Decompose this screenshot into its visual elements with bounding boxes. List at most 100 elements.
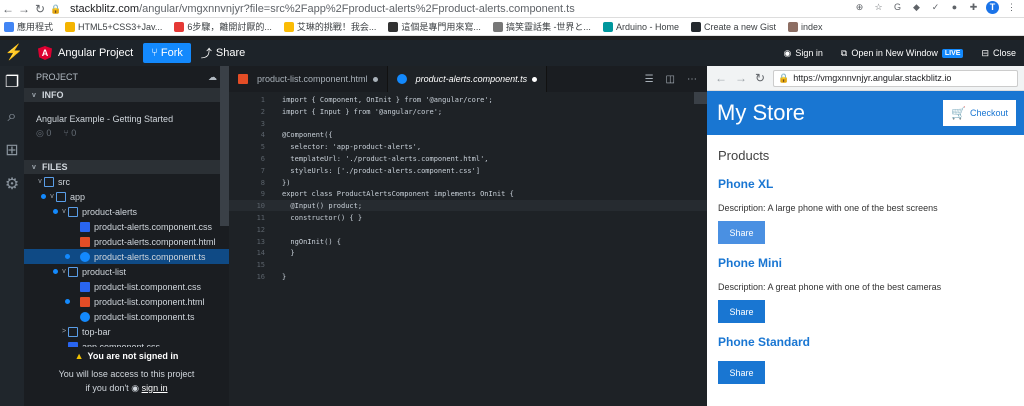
back-icon[interactable]: ← <box>0 1 16 17</box>
back-icon[interactable]: ← <box>715 71 727 85</box>
line-number: 14 <box>256 249 265 258</box>
code-line[interactable]: import { Component, OnInit } from '@angu… <box>282 96 493 104</box>
tree-file[interactable]: product-alerts.component.css <box>24 219 229 234</box>
code-line[interactable]: } <box>282 249 294 257</box>
folder-file-icon <box>68 206 78 217</box>
ts-file-icon <box>80 311 90 322</box>
code-line[interactable]: selector: 'app-product-alerts', <box>282 143 421 151</box>
menu-icon[interactable]: ⋮ <box>1005 1 1018 14</box>
fork-button[interactable]: ⑂ Fork <box>143 43 191 63</box>
project-name[interactable]: A Angular Project <box>32 43 139 63</box>
tab-product-list-html[interactable]: product-list.component.html <box>229 66 388 92</box>
share-button[interactable]: ⤴ Share <box>201 45 245 61</box>
address-bar[interactable]: stackblitz.com/angular/vmgxnnvnjyr?file=… <box>70 3 575 15</box>
tree-file[interactable]: product-alerts.component.ts <box>24 249 229 264</box>
open-new-window-button[interactable]: ⧉ Open in New Window LIVE <box>841 48 964 59</box>
forward-icon[interactable]: → <box>16 1 32 17</box>
checkout-button[interactable]: 🛒 Checkout <box>943 100 1016 126</box>
code-line[interactable]: @Component({ <box>282 131 333 139</box>
bookmark-item[interactable]: 搞笑靈話集 -世界と... <box>492 20 591 33</box>
forward-icon[interactable]: → <box>735 71 747 85</box>
bookmark-item[interactable]: 應用程式 <box>4 20 53 33</box>
zoom-icon[interactable]: ⊕ <box>853 1 866 14</box>
bookmark-icon <box>788 21 798 32</box>
translate-icon[interactable]: G <box>891 1 904 14</box>
product-name-link[interactable]: Phone Standard <box>718 335 1024 349</box>
star-icon[interactable]: ☆ <box>872 1 885 14</box>
tree-label: product-list.component.ts <box>94 311 195 322</box>
tree-folder[interactable]: v product-list <box>24 264 229 279</box>
bookmark-item[interactable]: Create a new Gist <box>690 21 776 32</box>
bookmarks-bar: 應用程式 HTML5+CSS3+Jav... 6步驟，離開討厭的... 艾琳的挑戰！我… <box>0 18 1024 36</box>
code-line[interactable]: } <box>282 273 286 281</box>
code-line[interactable]: templateUrl: './product-alerts.component… <box>282 155 488 163</box>
product-name-link[interactable]: Phone Mini <box>718 256 1024 270</box>
tab-label: product-list.component.html <box>257 74 368 84</box>
code-line[interactable]: ngOnInit() { <box>282 238 341 246</box>
more-icon[interactable]: ⋯ <box>687 74 697 85</box>
github-icon: ◉ <box>131 383 140 393</box>
sidebar-scrollbar[interactable] <box>220 66 229 226</box>
code-line[interactable]: export class ProductAlertsComponent impl… <box>282 190 514 198</box>
info-section-header[interactable]: v INFO <box>24 88 229 102</box>
code-line[interactable]: constructor() { } <box>282 214 362 222</box>
share-product-button[interactable]: Share <box>718 221 765 244</box>
sign-in-button[interactable]: ◉ Sign in <box>784 48 823 59</box>
split-editor-icon[interactable]: ◫ <box>666 74 675 85</box>
share-product-button[interactable]: Share <box>718 361 765 384</box>
tree-folder[interactable]: > top-bar <box>24 324 229 339</box>
tree-file[interactable]: product-list.component.ts <box>24 309 229 324</box>
code-line[interactable]: }) <box>282 179 290 187</box>
bookmark-item[interactable]: 6步驟，離開討厭的... <box>174 20 272 33</box>
code-line[interactable]: import { Input } from '@angular/core'; <box>282 108 442 116</box>
css-file-icon <box>80 221 90 232</box>
bookmark-item[interactable]: index <box>788 21 823 32</box>
files-icon[interactable]: ❐ <box>0 66 24 100</box>
close-button[interactable]: ⊟ Close <box>981 48 1016 59</box>
unsaved-dot-icon[interactable] <box>532 76 538 82</box>
tab-product-alerts-ts[interactable]: product-alerts.component.ts <box>387 66 548 92</box>
bookmark-item[interactable]: 這個是專門用來寫... <box>388 20 481 33</box>
stackblitz-logo-icon[interactable]: ⚡ <box>0 40 28 66</box>
product-name-link[interactable]: Phone XL <box>718 177 1024 191</box>
tree-label: app <box>70 191 86 202</box>
extension-icon[interactable]: ● <box>948 1 961 14</box>
profile-avatar[interactable]: T <box>986 1 999 14</box>
bookmark-item[interactable]: HTML5+CSS3+Jav... <box>65 21 162 32</box>
bookmark-item[interactable]: 艾琳的挑戰！我会... <box>283 20 376 33</box>
bookmark-item[interactable]: Arduino - Home <box>602 21 679 32</box>
format-icon[interactable]: ☰ <box>645 74 654 85</box>
tree-file[interactable]: product-alerts.component.html <box>24 234 229 249</box>
search-icon[interactable]: ⌕ <box>0 100 24 134</box>
cloud-download-icon[interactable]: ☁ <box>208 72 217 83</box>
code-area[interactable]: 1 import { Component, OnInit } from '@ang… <box>229 92 707 281</box>
unsaved-dot-icon[interactable] <box>372 76 378 82</box>
not-signed-in-notice: ▲ You are not signed in You will lose acc… <box>24 347 229 406</box>
code-line[interactable]: styleUrls: ['./product-alerts.component.… <box>282 167 480 175</box>
tree-file[interactable]: product-list.component.html <box>24 294 229 309</box>
settings-icon[interactable]: ⚙ <box>0 168 24 202</box>
check-icon[interactable]: ✓ <box>929 1 942 14</box>
preview-url-field[interactable]: 🔒 https://vmgxnnvnjyr.angular.stackblitz.… <box>773 69 1018 87</box>
editor-scrollbar[interactable] <box>694 92 707 104</box>
modified-indicator <box>50 269 60 274</box>
reload-icon[interactable]: ↻ <box>32 1 48 17</box>
bookmark-icon <box>690 21 701 32</box>
tree-folder[interactable]: v app <box>24 189 229 204</box>
extensions-icon[interactable]: ⊞ <box>0 134 24 168</box>
fork-label: Fork <box>160 47 183 59</box>
reload-icon[interactable]: ↻ <box>755 71 765 85</box>
bookmark-label: index <box>801 21 823 32</box>
sign-in-link[interactable]: sign in <box>142 383 168 393</box>
modified-indicator <box>62 254 72 259</box>
puzzle-icon[interactable]: ✚ <box>967 1 980 14</box>
line-number: 8 <box>260 178 265 187</box>
tree-file[interactable]: product-list.component.css <box>24 279 229 294</box>
code-line[interactable]: @Input() product; <box>282 202 362 210</box>
share-product-button[interactable]: Share <box>718 300 765 323</box>
files-section-header[interactable]: v FILES <box>24 160 229 174</box>
extension-icon[interactable]: ◆ <box>910 1 923 14</box>
store-title[interactable]: My Store <box>717 100 805 126</box>
tree-folder[interactable]: v src <box>24 174 229 189</box>
tree-folder[interactable]: v product-alerts <box>24 204 229 219</box>
